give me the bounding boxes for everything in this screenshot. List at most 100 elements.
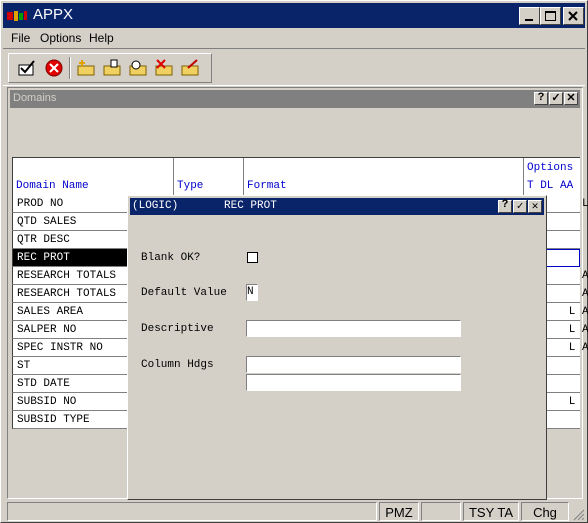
close-icon — [568, 11, 578, 21]
close-button[interactable] — [563, 7, 584, 25]
header-domain-name: Domain Name — [13, 158, 174, 195]
column-hdgs-field-2[interactable] — [246, 374, 461, 391]
row-options-cell[interactable]: AA — [546, 267, 588, 285]
header-format-label: Format — [247, 180, 287, 192]
row-options-value: L AA — [568, 342, 588, 354]
row-options-cell[interactable] — [546, 213, 580, 231]
row-domain-name: RESEARCH TOTALS — [17, 288, 117, 300]
row-options-value: L AA — [568, 306, 588, 318]
dialog-title-logic: (LOGIC) — [132, 200, 179, 212]
toolbar — [8, 53, 212, 83]
appx-logo-icon — [6, 10, 28, 22]
domains-close-button[interactable]: ✕ — [564, 92, 578, 105]
dialog-title-bar[interactable]: (LOGIC) REC PROT ? ✓ ✕ — [130, 198, 544, 215]
status-pane-empty — [421, 502, 461, 521]
inquire-record-icon[interactable] — [128, 59, 148, 77]
table-row[interactable]: QTD SALES — [12, 213, 129, 231]
dialog-ok-button[interactable]: ✓ — [513, 200, 527, 213]
dialog-close-button[interactable]: ✕ — [528, 200, 542, 213]
cancel-icon[interactable] — [44, 59, 64, 77]
row-options-value: AA — [582, 270, 588, 282]
row-domain-name: PROD NO — [17, 198, 64, 210]
minimize-button[interactable] — [519, 7, 540, 25]
maximize-button[interactable] — [540, 7, 561, 25]
row-options-cell[interactable]: L AA — [546, 339, 588, 357]
default-value-field[interactable]: N — [246, 284, 258, 301]
close-icon: ✕ — [566, 92, 576, 104]
status-pane-chg: Chg — [521, 502, 569, 521]
table-row[interactable]: QTR DESC — [12, 231, 129, 249]
app-window: APPX File Options Help Domains ? ✓ ✕ Dom… — [0, 0, 588, 523]
row-options-cell[interactable]: L — [546, 195, 588, 213]
menu-file[interactable]: File — [11, 31, 30, 45]
row-domain-name: RESEARCH TOTALS — [17, 270, 117, 282]
toolbar-separator — [69, 57, 71, 79]
row-domain-name: SPEC INSTR NO — [17, 342, 103, 354]
domains-help-button[interactable]: ? — [534, 91, 548, 105]
default-value-label: Default Value — [141, 287, 227, 299]
rec-prot-dialog: (LOGIC) REC PROT ? ✓ ✕ Blank OK? Default… — [127, 195, 547, 500]
table-row[interactable]: SUBSID NO — [12, 393, 129, 411]
row-options-cell[interactable]: L AA — [546, 303, 588, 321]
maximize-icon — [545, 11, 556, 21]
status-pmz-text: PMZ — [385, 505, 413, 520]
table-row[interactable]: SPEC INSTR NO — [12, 339, 129, 357]
row-domain-name: QTR DESC — [17, 234, 70, 246]
menu-options[interactable]: Options — [40, 31, 81, 45]
add-record-icon[interactable] — [76, 59, 96, 77]
domains-ok-button[interactable]: ✓ — [549, 92, 563, 105]
row-options-value: AA — [582, 288, 588, 300]
row-options-cell[interactable]: AA — [546, 285, 588, 303]
table-row[interactable]: SALES AREA — [12, 303, 129, 321]
header-options: Options T DL AA — [524, 158, 581, 195]
row-options-cell[interactable] — [546, 231, 580, 249]
table-row[interactable]: SALPER NO — [12, 321, 129, 339]
row-options-cell-current[interactable] — [546, 249, 580, 267]
row-domain-name: SUBSID TYPE — [17, 414, 90, 426]
row-options-cell[interactable] — [546, 411, 580, 429]
status-chg-text: Chg — [533, 505, 557, 520]
blank-ok-checkbox[interactable] — [247, 252, 258, 263]
check-icon: ✓ — [516, 201, 524, 213]
row-domain-name: STD DATE — [17, 378, 70, 390]
dialog-help-button[interactable]: ? — [498, 199, 512, 213]
row-options-cell[interactable]: L AA — [546, 321, 588, 339]
table-row[interactable]: RESEARCH TOTALS — [12, 285, 129, 303]
table-row[interactable]: STD DATE — [12, 375, 129, 393]
menu-bar: File Options Help — [3, 28, 585, 48]
change-record-icon[interactable] — [102, 59, 122, 77]
row-options-value: L — [549, 198, 588, 210]
row-options-value: L AA — [568, 324, 588, 336]
row-options-cell[interactable] — [546, 375, 580, 393]
table-row[interactable]: SUBSID TYPE — [12, 411, 129, 429]
header-options-sub-label: T DL AA — [527, 180, 574, 192]
domains-title-bar[interactable]: Domains ? ✓ ✕ — [10, 90, 580, 108]
descriptive-field[interactable] — [246, 320, 461, 337]
table-row[interactable]: ST — [12, 357, 129, 375]
status-pane-pmz: PMZ — [379, 502, 419, 521]
grid-header: Domain Name Type Format Options T DL AA — [12, 157, 580, 195]
descriptive-label: Descriptive — [141, 323, 214, 335]
resize-grip-icon[interactable] — [573, 509, 585, 521]
header-format: Format — [244, 158, 524, 195]
row-options-cell[interactable]: L — [546, 393, 580, 411]
minimize-icon — [525, 19, 533, 21]
title-bar[interactable]: APPX — [3, 3, 585, 28]
column-hdgs-label: Column Hdgs — [141, 359, 214, 371]
column-hdgs-field-1[interactable] — [246, 356, 461, 373]
row-domain-name: REC PROT — [17, 252, 70, 264]
row-options-cell[interactable] — [546, 357, 580, 375]
toolbar-area — [3, 48, 585, 86]
row-domain-name: SALES AREA — [17, 306, 84, 318]
row-domain-name: QTD SALES — [17, 216, 77, 228]
header-domain-name-label: Domain Name — [16, 180, 89, 192]
help-icon: ? — [537, 91, 545, 103]
edit-record-icon[interactable] — [180, 59, 200, 77]
check-icon[interactable] — [17, 59, 37, 77]
delete-record-icon[interactable] — [154, 59, 174, 77]
table-row[interactable]: RESEARCH TOTALS — [12, 267, 129, 285]
table-row[interactable]: PROD NO — [12, 195, 129, 213]
row-domain-name: ST — [17, 360, 31, 372]
table-row-selected[interactable]: REC PROT — [12, 249, 129, 267]
menu-help[interactable]: Help — [89, 31, 114, 45]
